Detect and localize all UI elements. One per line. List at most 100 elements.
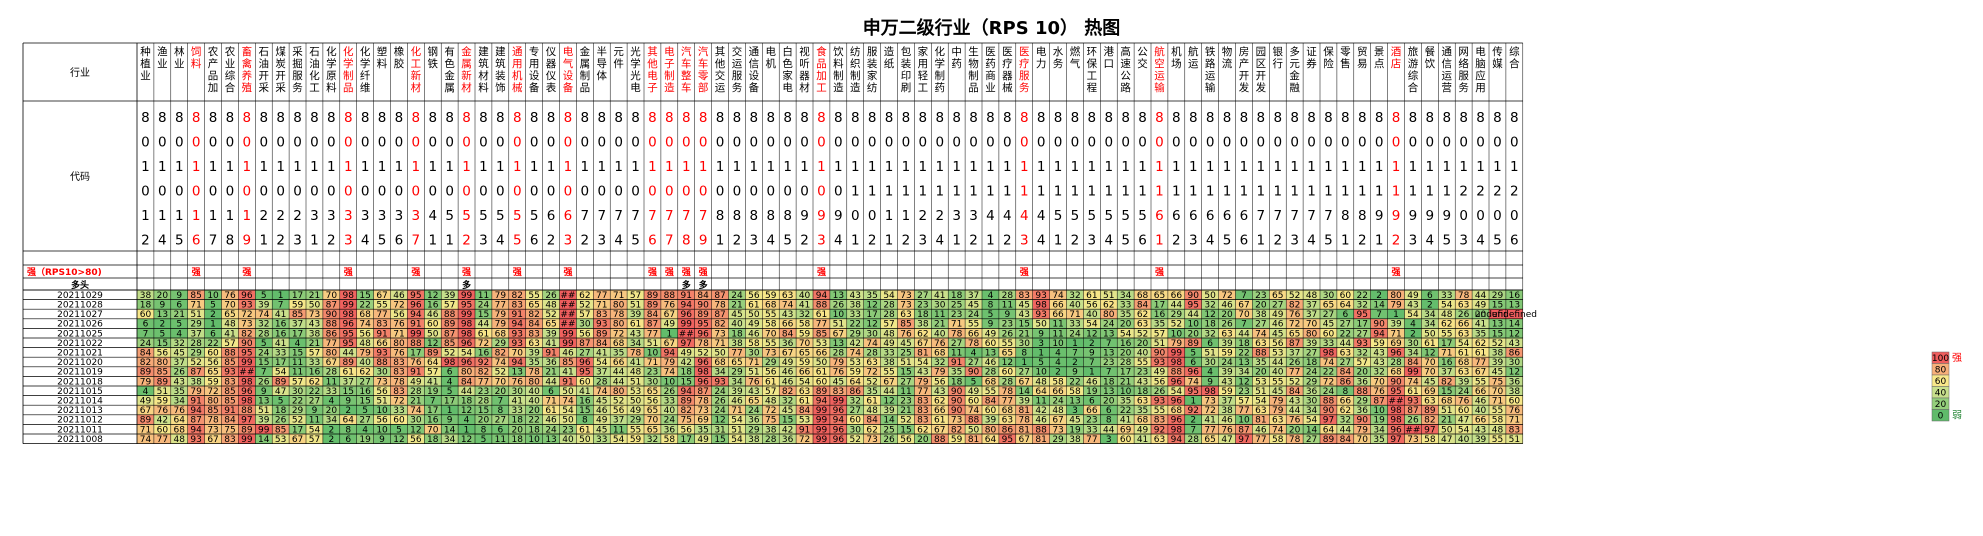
industry-name-char: 他 (647, 57, 658, 70)
long-mark: 多 (699, 279, 708, 291)
industry-name-char: 电 (630, 81, 641, 94)
industry-name-char: 医 (1019, 46, 1030, 58)
industry-code-char: 0 (327, 135, 336, 151)
industry-code-char: 8 (175, 110, 184, 126)
industry-name-char: 学 (630, 57, 641, 70)
industry-code-char: 8 (192, 110, 201, 126)
industry-code-char: 0 (445, 135, 454, 151)
industry-name-char: 脑 (1475, 57, 1486, 70)
code-header-label: 代码 (70, 171, 90, 183)
industry-code-char: 1 (1341, 233, 1350, 249)
industry-code-char: 8 (800, 110, 809, 126)
industry-code-char: 2 (868, 233, 877, 249)
industry-code-char: 8 (395, 110, 404, 126)
industry-code-char: 9 (1392, 208, 1401, 224)
industry-code-char: 3 (564, 233, 573, 249)
industry-code-char: 0 (395, 184, 404, 200)
industry-code-char: 8 (412, 110, 421, 126)
industry-name-char: 白 (782, 45, 793, 58)
industry-code-char: 1 (1104, 159, 1113, 175)
industry-code-char: 0 (1493, 135, 1502, 151)
industry-name-char: 加 (816, 70, 827, 82)
industry-name-char: 易 (1357, 58, 1368, 70)
industry-name-char: 银 (1273, 45, 1284, 58)
industry-code-char: 2 (1392, 233, 1401, 249)
industry-name-char: 备 (563, 81, 574, 94)
industry-code-char: 0 (226, 135, 235, 151)
industry-name-char: 商 (985, 69, 996, 82)
industry-code-char: 2 (1273, 233, 1282, 249)
legend-label: 60 (1935, 377, 1947, 387)
strong-mark: 强 (192, 267, 201, 278)
industry-code-char: 8 (158, 110, 167, 126)
industry-code-char: 0 (276, 135, 285, 151)
industry-code-char: 0 (902, 135, 911, 151)
industry-name-char: 品 (580, 82, 591, 94)
industry-code-char: 8 (986, 110, 995, 126)
industry-name-char: 其 (715, 46, 726, 58)
industry-name-char: 用 (918, 58, 929, 70)
industry-name-char: 元 (613, 46, 624, 58)
industry-code-char: 6 (564, 208, 573, 224)
industry-code-char: 8 (1257, 110, 1266, 126)
industry-name-char: 运 (1205, 70, 1216, 82)
industry-code-char: 8 (817, 110, 826, 126)
industry-name-char: 航 (1188, 45, 1199, 58)
industry-code-char: 8 (1290, 110, 1299, 126)
industry-name-char: 家 (867, 69, 878, 82)
industry-code-char: 0 (428, 184, 437, 200)
industry-code-char: 8 (834, 110, 843, 126)
industry-name-char: 业 (225, 58, 236, 70)
industry-code-char: 3 (361, 208, 370, 224)
industry-name-char: 有 (444, 45, 455, 58)
industry-code-char: 4 (834, 233, 843, 249)
industry-name-char: 材 (478, 69, 489, 82)
industry-name-char: 制 (935, 69, 946, 82)
industry-code-char: 7 (614, 208, 623, 224)
industry-code-char: 8 (259, 110, 268, 126)
industry-code-char: 0 (445, 184, 454, 200)
industry-code-char: 2 (1172, 233, 1181, 249)
industry-code-char: 0 (1071, 135, 1080, 151)
industry-code-char: 0 (564, 184, 573, 200)
industry-code-char: 1 (1307, 159, 1316, 175)
industry-code-char: 8 (1324, 110, 1333, 126)
industry-code-char: 0 (226, 184, 235, 200)
industry-name-char: 业 (174, 58, 185, 70)
industry-code-char: 1 (1240, 159, 1249, 175)
industry-name-char: 险 (1323, 57, 1334, 70)
industry-code-char: 8 (1358, 208, 1367, 224)
industry-name-char: 元 (1289, 58, 1300, 70)
industry-name-char: 械 (1002, 81, 1013, 94)
industry-code-char: 0 (564, 135, 573, 151)
industry-code-char: 0 (158, 184, 167, 200)
industry-name-char: 建 (495, 45, 506, 58)
industry-code-char: 1 (1375, 184, 1384, 200)
industry-name-char: 服 (292, 70, 303, 82)
industry-code-char: 7 (682, 208, 691, 224)
industry-code-char: 6 (1206, 208, 1215, 224)
industry-code-char: 2 (1358, 233, 1367, 249)
industry-code-char: 1 (564, 159, 573, 175)
industry-name-char: 服 (1458, 70, 1469, 82)
industry-code-char: 8 (513, 110, 522, 126)
industry-name-char: 子 (664, 58, 675, 70)
industry-name-char: 用 (512, 58, 523, 70)
industry-code-char: 0 (783, 135, 792, 151)
industry-code-char: 0 (783, 184, 792, 200)
industry-name-char: 油 (309, 57, 320, 70)
industry-code-char: 0 (141, 184, 150, 200)
industry-code-char: 1 (581, 159, 590, 175)
industry-code-char: 1 (1426, 184, 1435, 200)
industry-code-char: 1 (783, 159, 792, 175)
industry-code-char: 1 (1172, 159, 1181, 175)
industry-code-char: 0 (665, 135, 674, 151)
industry-name-char: 通 (1442, 46, 1453, 58)
industry-code-char: 6 (1172, 208, 1181, 224)
long-row-label: 多头 (71, 279, 89, 291)
industry-code-char: 1 (766, 159, 775, 175)
industry-name-char: 电 (563, 45, 574, 58)
industry-name-char: 通 (512, 46, 523, 58)
industry-name-char: 表 (546, 81, 557, 94)
industry-name-char: 交 (732, 45, 743, 58)
